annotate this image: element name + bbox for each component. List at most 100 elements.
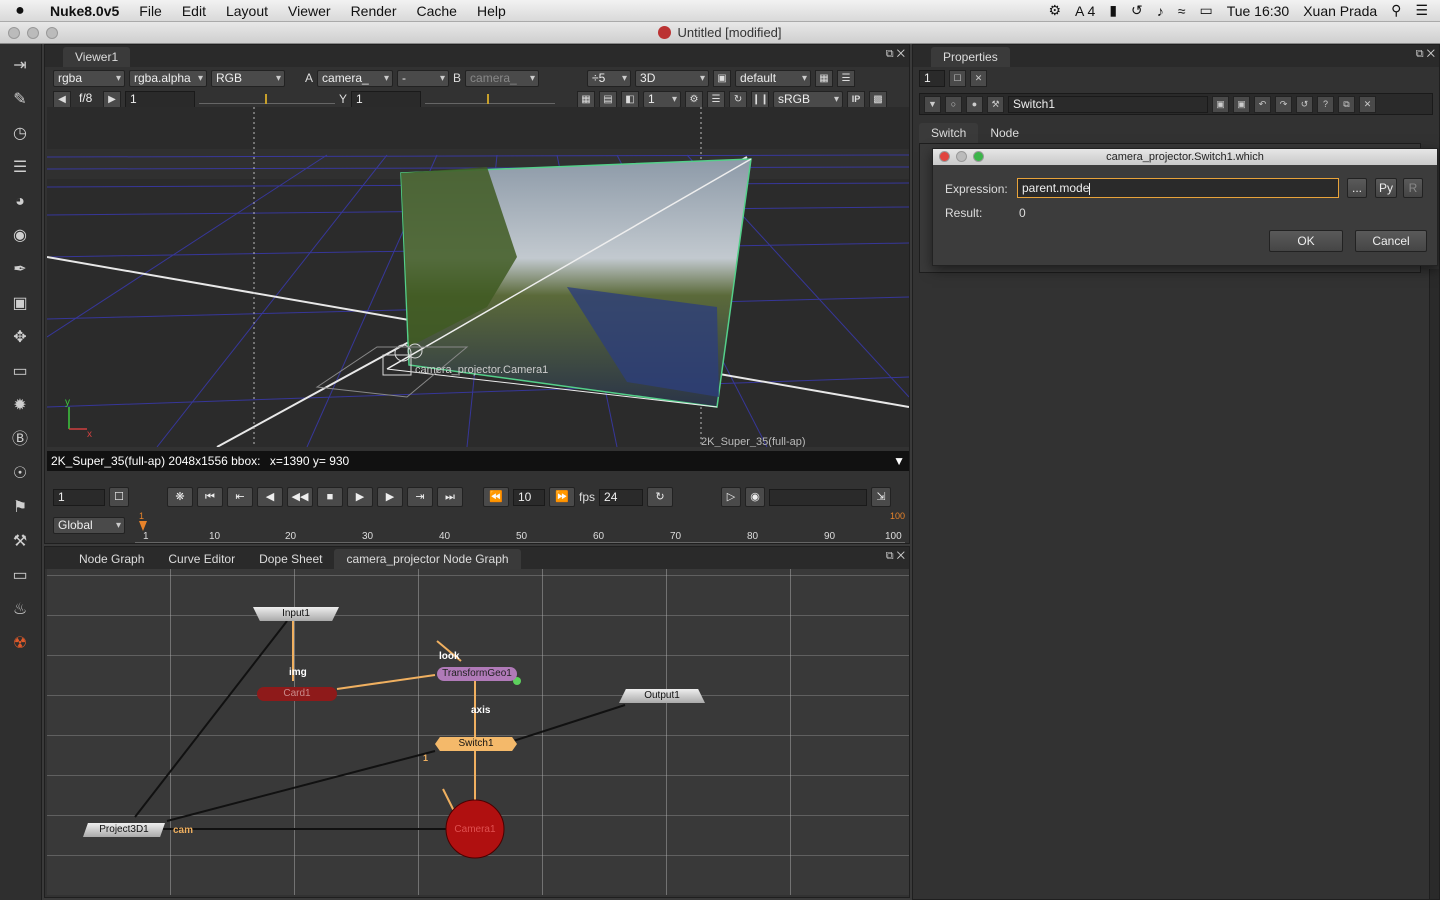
node-switch1[interactable]: Switch1 bbox=[435, 737, 517, 751]
play-all-icon[interactable]: ❋ bbox=[167, 487, 193, 507]
timeline-expand-icon[interactable]: ⇲ bbox=[871, 487, 892, 507]
lut-dropdown[interactable]: default bbox=[735, 69, 812, 87]
first-frame-icon[interactable]: ⏮ bbox=[197, 487, 223, 507]
dialog-minimize-button[interactable] bbox=[956, 151, 967, 162]
toolsets-icon[interactable]: ⇥ bbox=[8, 54, 32, 78]
refresh-icon[interactable]: ↻ bbox=[729, 90, 748, 108]
menu-help[interactable]: Help bbox=[467, 3, 516, 19]
viewer-menu-icon[interactable]: ☰ bbox=[837, 69, 856, 87]
tab-curve-editor[interactable]: Curve Editor bbox=[156, 549, 247, 569]
range-mode-dropdown[interactable]: Global bbox=[53, 517, 125, 534]
redo-icon[interactable]: ↷ bbox=[1275, 95, 1292, 113]
ok-button[interactable]: OK bbox=[1269, 230, 1343, 252]
timeline-ruler[interactable]: 1 100 1 10 20 30 40 50 60 70 80 90 100 bbox=[135, 511, 905, 543]
ocula-icon[interactable]: ♨ bbox=[8, 598, 32, 622]
blend-mode-dropdown[interactable]: - bbox=[397, 69, 450, 87]
display-channel-dropdown[interactable]: RGB bbox=[211, 69, 285, 87]
battery-icon[interactable]: ▭ bbox=[1199, 2, 1212, 19]
node-input1[interactable]: Input1 bbox=[253, 607, 339, 621]
tab-switch[interactable]: Switch bbox=[919, 123, 979, 143]
battery-monitor-icon[interactable]: ▮ bbox=[1109, 2, 1117, 19]
expression-input[interactable]: parent.mode bbox=[1017, 178, 1339, 198]
metadata-icon[interactable]: ⚑ bbox=[8, 496, 32, 520]
viewer-3d-viewport[interactable]: camera_projector.Camera1 2K_Super_35(ful… bbox=[47, 107, 909, 447]
lut-out-dropdown[interactable]: sRGB bbox=[773, 90, 844, 108]
current-frame-field[interactable]: 1 bbox=[53, 488, 105, 506]
python-toggle-button[interactable]: Py bbox=[1375, 178, 1397, 198]
window-zoom-button[interactable] bbox=[46, 27, 58, 39]
tab-camera-projector-node-graph[interactable]: camera_projector Node Graph bbox=[334, 549, 521, 569]
close-node-icon[interactable]: ✕ bbox=[1359, 95, 1376, 113]
downrez-dropdown[interactable]: ÷5 bbox=[587, 69, 632, 87]
roi-icon[interactable]: ▦ bbox=[815, 69, 834, 87]
expression-browse-button[interactable]: ... bbox=[1347, 178, 1367, 198]
alpha-channel-dropdown[interactable]: rgba.alpha bbox=[129, 69, 207, 87]
ip-button[interactable]: IP bbox=[847, 90, 866, 108]
next-frame-icon[interactable]: ▶ bbox=[377, 487, 403, 507]
clip-warning-icon[interactable]: ▩ bbox=[869, 90, 888, 108]
last-frame-icon[interactable]: ⏭ bbox=[437, 487, 463, 507]
notifications-icon[interactable]: ☰ bbox=[1415, 2, 1428, 19]
apple-icon[interactable]: ● bbox=[0, 2, 40, 20]
window-close-button[interactable] bbox=[8, 27, 20, 39]
collapse-icon[interactable]: ▼ bbox=[924, 95, 941, 113]
tab-viewer1[interactable]: Viewer1 bbox=[63, 47, 131, 67]
volume-icon[interactable]: ♪ bbox=[1157, 3, 1164, 19]
fstop-up-button[interactable]: ▶ bbox=[103, 90, 121, 108]
channel-icon[interactable]: ☰ bbox=[8, 156, 32, 180]
particles-icon[interactable]: ✹ bbox=[8, 394, 32, 418]
loop-mode-icon[interactable]: ↻ bbox=[647, 487, 674, 507]
in-marker[interactable]: 1 bbox=[139, 511, 144, 521]
node-graph-canvas[interactable]: Input1 Card1 TransformGeo1 Output1 Switc… bbox=[47, 569, 909, 895]
fps-field[interactable]: 24 bbox=[599, 488, 644, 506]
node-transformgeo1[interactable]: TransformGeo1 bbox=[437, 667, 517, 681]
info-expand-icon[interactable]: ▼ bbox=[893, 451, 905, 471]
input-b-dropdown[interactable]: camera_ bbox=[465, 69, 540, 87]
node-tool-icon[interactable]: ⚒ bbox=[987, 95, 1004, 113]
node-name-field[interactable]: Switch1 bbox=[1008, 95, 1208, 113]
r-toggle-button[interactable]: R bbox=[1403, 178, 1423, 198]
adobe-icon[interactable]: A 4 bbox=[1075, 3, 1095, 19]
3d-icon[interactable]: ▭ bbox=[8, 360, 32, 384]
time-machine-icon[interactable]: ↺ bbox=[1131, 2, 1143, 19]
menu-viewer[interactable]: Viewer bbox=[278, 3, 341, 19]
other-icon[interactable]: ⚒ bbox=[8, 530, 32, 554]
gain-slider[interactable] bbox=[199, 94, 335, 104]
menu-render[interactable]: Render bbox=[341, 3, 407, 19]
node-output1[interactable]: Output1 bbox=[619, 689, 705, 703]
gamma-slider[interactable] bbox=[425, 94, 556, 104]
camera-lock-icon[interactable]: ▣ bbox=[713, 69, 732, 87]
draw-icon[interactable]: ✎ bbox=[8, 88, 32, 112]
pause-icon[interactable]: ❙❙ bbox=[751, 90, 770, 108]
time-icon[interactable]: ◷ bbox=[8, 122, 32, 146]
flipbook-icon[interactable]: ▷ bbox=[721, 487, 742, 507]
user-name[interactable]: Xuan Prada bbox=[1303, 3, 1377, 19]
playhead[interactable] bbox=[139, 521, 147, 531]
frame-field[interactable]: 1 bbox=[643, 90, 682, 108]
dialog-close-button[interactable] bbox=[939, 151, 950, 162]
out-marker[interactable]: 100 bbox=[890, 511, 905, 521]
prev-keyframe-icon[interactable]: ⇤ bbox=[227, 487, 253, 507]
undo-icon[interactable]: ↶ bbox=[1254, 95, 1271, 113]
input-a-dropdown[interactable]: camera_ bbox=[317, 69, 394, 87]
float-icon[interactable]: ⧉ bbox=[1338, 95, 1355, 113]
nuke-logo-icon[interactable]: ☢ bbox=[8, 632, 32, 656]
node-color-icon[interactable]: ● bbox=[966, 95, 983, 113]
gain-field[interactable]: 1 bbox=[125, 90, 195, 108]
node-project3d1[interactable]: Project3D1 bbox=[83, 823, 165, 837]
frame-lock-icon[interactable]: ☐ bbox=[109, 487, 129, 507]
merge-icon[interactable]: ▣ bbox=[8, 292, 32, 316]
gain-slider-handle[interactable] bbox=[265, 94, 267, 104]
wipe-icon[interactable]: ◧ bbox=[621, 90, 640, 108]
dialog-zoom-button[interactable] bbox=[973, 151, 984, 162]
window-minimize-button[interactable] bbox=[27, 27, 39, 39]
tab-dope-sheet[interactable]: Dope Sheet bbox=[247, 549, 334, 569]
settings-icon[interactable]: ⚙ bbox=[685, 90, 704, 108]
wifi-icon[interactable]: ≈ bbox=[1178, 3, 1186, 19]
tab-node-graph[interactable]: Node Graph bbox=[67, 549, 156, 569]
play-forward-icon[interactable]: ▶ bbox=[347, 487, 373, 507]
render-icon[interactable]: ◉ bbox=[745, 487, 766, 507]
transform-icon[interactable]: ✥ bbox=[8, 326, 32, 350]
safe-area-icon[interactable]: ▦ bbox=[577, 90, 596, 108]
tab-properties[interactable]: Properties bbox=[931, 47, 1010, 67]
